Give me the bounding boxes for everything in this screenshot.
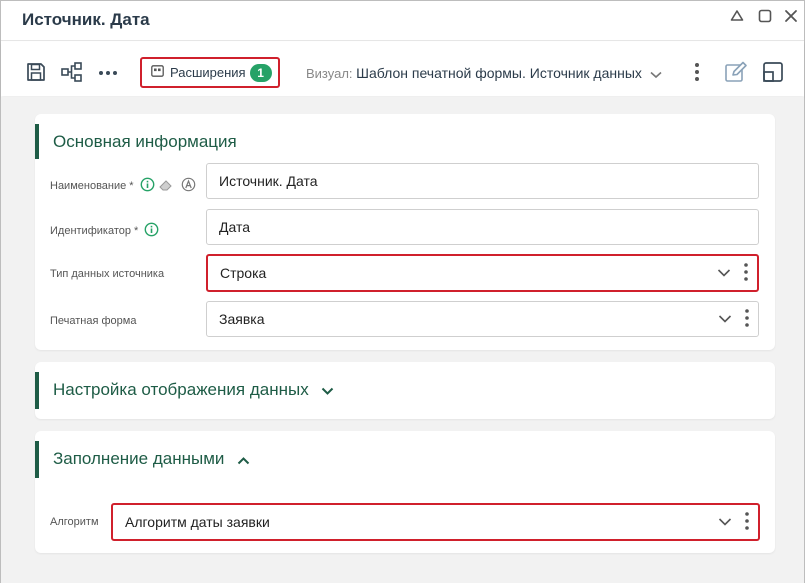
name-field[interactable]: Источник. Дата <box>206 163 759 199</box>
window: Источник. Дата Расширения 1 Визуал: Шабл… <box>0 0 805 583</box>
close-icon[interactable] <box>782 7 800 25</box>
id-label: Идентификатор * <box>50 224 139 237</box>
chevron-down-icon[interactable] <box>717 265 731 281</box>
collapse-icon[interactable] <box>728 7 746 25</box>
type-label: Тип данных источника <box>50 268 165 280</box>
section-accent <box>35 372 39 409</box>
algorithm-select[interactable]: Алгоритм даты заявки <box>111 503 760 541</box>
window-title: Источник. Дата <box>22 10 150 29</box>
section-accent <box>35 124 39 159</box>
data-fill-header[interactable]: Заполнение данными <box>53 449 250 470</box>
extensions-count-badge: 1 <box>249 63 272 82</box>
algorithm-value: Алгоритм даты заявки <box>125 514 270 530</box>
save-icon[interactable] <box>24 60 48 84</box>
visual-label: Визуал: <box>306 66 353 81</box>
display-settings-header[interactable]: Настройка отображения данных <box>53 380 334 401</box>
source-type-value: Строка <box>220 265 267 281</box>
extensions-icon <box>151 64 164 82</box>
content-area: Основная информация Наименование * Источ… <box>1 97 804 583</box>
name-label-row: Наименование * <box>50 177 196 195</box>
form-label: Печатная форма <box>50 315 137 327</box>
more-icon[interactable] <box>96 60 120 84</box>
toolbar: Расширения 1 Визуал: Шаблон печатной фор… <box>1 42 804 96</box>
eraser-icon[interactable] <box>158 178 174 195</box>
chevron-down-icon <box>649 67 662 82</box>
visual-selector[interactable]: Визуал: Шаблон печатной формы. Источник … <box>306 65 662 82</box>
auto-icon[interactable] <box>181 177 196 195</box>
id-field[interactable]: Дата <box>206 209 759 245</box>
title-bar: Источник. Дата <box>1 1 804 41</box>
print-form-select[interactable]: Заявка <box>206 301 759 337</box>
edit-icon[interactable] <box>724 60 748 84</box>
chevron-down-icon[interactable] <box>718 514 732 530</box>
vertical-more-icon[interactable] <box>685 60 709 84</box>
section-accent <box>35 441 39 478</box>
display-settings-card[interactable]: Настройка отображения данных <box>35 362 775 419</box>
chevron-up-icon <box>237 450 250 470</box>
data-fill-card: Заполнение данными Алгоритм Алгоритм дат… <box>35 431 775 553</box>
chevron-down-icon[interactable] <box>718 311 732 327</box>
share-icon[interactable] <box>60 60 84 84</box>
extensions-button[interactable]: Расширения 1 <box>140 57 280 88</box>
id-label-row: Идентификатор * <box>50 222 159 240</box>
maximize-icon[interactable] <box>756 7 774 25</box>
info-icon[interactable] <box>144 222 159 240</box>
name-value: Источник. Дата <box>219 173 318 189</box>
basic-info-card: Основная информация Наименование * Источ… <box>35 114 775 350</box>
vertical-more-icon[interactable] <box>744 511 750 534</box>
display-settings-title: Настройка отображения данных <box>53 380 309 399</box>
id-value: Дата <box>219 219 251 235</box>
vertical-more-icon[interactable] <box>743 262 749 285</box>
visual-value: Шаблон печатной формы. Источник данных <box>356 65 642 81</box>
name-label: Наименование * <box>50 179 134 192</box>
layout-icon[interactable] <box>761 60 785 84</box>
print-form-value: Заявка <box>219 311 265 327</box>
chevron-down-icon <box>321 381 334 401</box>
extensions-label: Расширения <box>170 65 246 80</box>
basic-info-title: Основная информация <box>53 132 237 151</box>
info-icon[interactable] <box>140 177 155 195</box>
data-fill-title: Заполнение данными <box>53 449 225 468</box>
source-type-select[interactable]: Строка <box>206 254 759 292</box>
vertical-more-icon[interactable] <box>744 308 750 331</box>
algorithm-label: Алгоритм <box>50 516 99 528</box>
